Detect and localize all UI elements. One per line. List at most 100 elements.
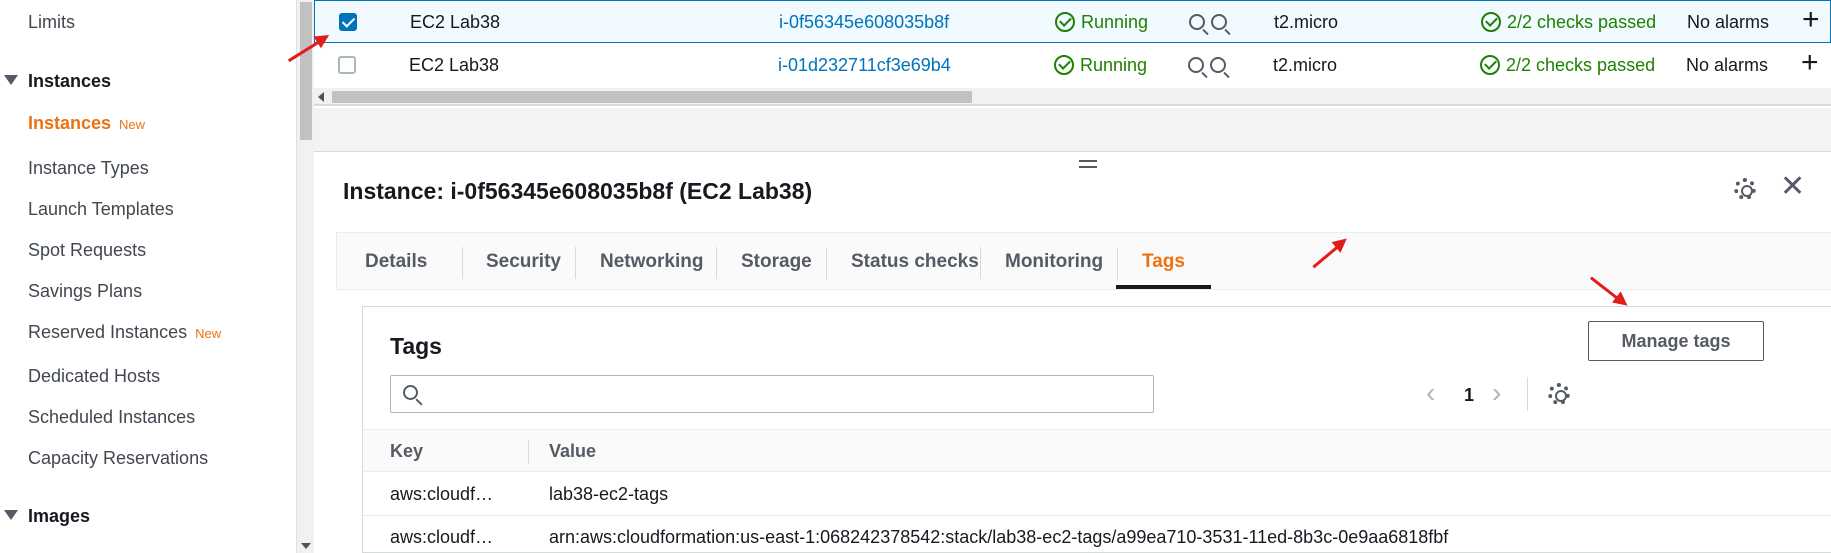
sidebar-item-limits[interactable]: Limits: [28, 12, 75, 33]
sidebar-item-instances[interactable]: Instances New: [28, 113, 145, 134]
horizontal-scrollbar[interactable]: [314, 88, 1831, 106]
plus-icon[interactable]: +: [1802, 3, 1820, 37]
tab-storage[interactable]: Storage: [741, 251, 812, 273]
column-header-value[interactable]: Value: [549, 441, 596, 462]
tab-divider: [1117, 247, 1118, 279]
tab-monitoring[interactable]: Monitoring: [1005, 251, 1103, 273]
manage-tags-button[interactable]: Manage tags: [1588, 321, 1764, 361]
sidebar-section-instances[interactable]: Instances: [4, 71, 111, 92]
search-icon: [403, 385, 418, 400]
sidebar-section-images[interactable]: Images: [4, 506, 90, 527]
sidebar-item-label: Capacity Reservations: [28, 448, 209, 468]
instance-id-link[interactable]: i-0f56345e608035b8f: [779, 12, 949, 33]
instance-state: Running: [1055, 12, 1148, 33]
row-checkbox[interactable]: [339, 13, 357, 31]
sidebar-item-savings-plans[interactable]: Savings Plans: [28, 281, 142, 302]
scrollbar-thumb[interactable]: [332, 91, 972, 103]
zoom-controls: [1189, 12, 1233, 33]
status-checks[interactable]: 2/2 checks passed: [1481, 12, 1656, 33]
sidebar-item-instance-types[interactable]: Instance Types: [28, 158, 149, 179]
sidebar-item-label: Launch Templates: [28, 199, 174, 219]
row-checkbox[interactable]: [338, 56, 356, 74]
sidebar-item-label: Savings Plans: [28, 281, 143, 301]
tag-key: aws:cloudf…: [390, 484, 494, 504]
table-row[interactable]: EC2 Lab38 i-01d232711cf3e69b4 Running t2…: [314, 44, 1831, 87]
sidebar-item-label: Limits: [28, 12, 76, 32]
main-content: EC2 Lab38 i-0f56345e608035b8f Running t2…: [314, 0, 1831, 553]
tab-security[interactable]: Security: [486, 251, 561, 273]
tags-search[interactable]: [390, 375, 1154, 413]
gear-icon[interactable]: [1548, 383, 1570, 405]
sidebar-item-spot-requests[interactable]: Spot Requests: [28, 240, 146, 261]
page-title: Instance: i-0f56345e608035b8f (EC2 Lab38…: [343, 178, 813, 204]
status-checks[interactable]: 2/2 checks passed: [1480, 55, 1655, 76]
sidebar-item-label: Spot Requests: [28, 240, 147, 260]
alarm-status: No alarms: [1686, 55, 1769, 75]
sidebar-item-reserved-instances[interactable]: Reserved Instances New: [28, 322, 221, 343]
plus-icon[interactable]: +: [1801, 46, 1819, 80]
scrollbar-thumb[interactable]: [300, 2, 312, 140]
chevron-left-icon[interactable]: ‹: [1426, 377, 1435, 409]
sidebar-section-label: Images: [28, 506, 91, 526]
sidebar-item-label: Instances: [28, 113, 112, 133]
sidebar-item-scheduled-instances[interactable]: Scheduled Instances: [28, 407, 195, 428]
gear-icon[interactable]: [1734, 178, 1756, 200]
sidebar-item-launch-templates[interactable]: Launch Templates: [28, 199, 174, 220]
table-header: Key Value: [363, 429, 1831, 472]
tab-divider: [980, 247, 981, 279]
sidebar-item-capacity-reservations[interactable]: Capacity Reservations: [28, 448, 208, 469]
sidebar-scrollbar[interactable]: [296, 0, 314, 553]
tag-value: arn:aws:cloudformation:us-east-1:0682423…: [549, 527, 1449, 547]
sidebar-item-dedicated-hosts[interactable]: Dedicated Hosts: [28, 366, 160, 387]
instance-id-link[interactable]: i-01d232711cf3e69b4: [778, 55, 951, 76]
sidebar: Limits Instances Instances New Instance T…: [0, 0, 296, 553]
tab-details[interactable]: Details: [365, 251, 427, 273]
tab-divider: [716, 247, 717, 279]
instance-state-label: Running: [1080, 55, 1148, 75]
tag-value: lab38-ec2-tags: [549, 484, 669, 504]
page-number[interactable]: 1: [1464, 385, 1474, 406]
zoom-out-icon[interactable]: [1211, 14, 1227, 30]
split-panel-divider: [314, 108, 1831, 152]
active-tab-indicator: [1116, 285, 1211, 289]
tab-divider: [462, 247, 463, 279]
resize-handle-icon[interactable]: [1079, 160, 1097, 172]
column-header-key[interactable]: Key: [390, 441, 423, 462]
table-row[interactable]: EC2 Lab38 i-0f56345e608035b8f Running t2…: [314, 0, 1831, 43]
instance-name: EC2 Lab38: [409, 55, 500, 75]
tab-divider: [826, 247, 827, 279]
alarm-status: No alarms: [1687, 12, 1770, 32]
zoom-out-icon[interactable]: [1210, 57, 1226, 73]
zoom-in-icon[interactable]: [1188, 57, 1204, 73]
chevron-right-icon[interactable]: ›: [1492, 377, 1501, 409]
tab-networking[interactable]: Networking: [600, 251, 703, 273]
pagination-divider: [1527, 377, 1528, 411]
scroll-down-arrow-icon[interactable]: [301, 543, 311, 549]
close-icon[interactable]: ✕: [1780, 172, 1805, 202]
table-row: aws:cloudf… lab38-ec2-tags: [363, 473, 1831, 516]
status-checks-label: 2/2 checks passed: [1506, 55, 1656, 75]
tags-panel: Tags Manage tags ‹ 1 › Key Value aws:clo…: [362, 306, 1831, 553]
sidebar-item-label: Reserved Instances: [28, 322, 188, 342]
check-circle-icon: [1480, 55, 1500, 75]
check-circle-icon: [1481, 12, 1501, 32]
instance-type: t2.micro: [1273, 55, 1338, 75]
instance-state-label: Running: [1081, 12, 1149, 32]
check-circle-icon: [1054, 55, 1074, 75]
scroll-left-arrow-icon[interactable]: [318, 92, 324, 102]
search-input[interactable]: [431, 380, 1141, 408]
tags-panel-title: Tags: [390, 333, 442, 359]
instance-state: Running: [1054, 55, 1147, 76]
instance-type: t2.micro: [1274, 12, 1339, 32]
instance-name: EC2 Lab38: [410, 12, 501, 32]
tab-status-checks[interactable]: Status checks: [851, 251, 979, 273]
check-circle-icon: [1055, 12, 1075, 32]
sidebar-item-label: Dedicated Hosts: [28, 366, 161, 386]
table-row: aws:cloudf… arn:aws:cloudformation:us-ea…: [363, 516, 1831, 553]
collapse-triangle-icon: [4, 510, 18, 520]
column-divider[interactable]: [528, 440, 529, 464]
zoom-in-icon[interactable]: [1189, 14, 1205, 30]
new-badge: New: [195, 326, 222, 341]
tab-tags[interactable]: Tags: [1142, 251, 1185, 273]
new-badge: New: [119, 117, 146, 132]
